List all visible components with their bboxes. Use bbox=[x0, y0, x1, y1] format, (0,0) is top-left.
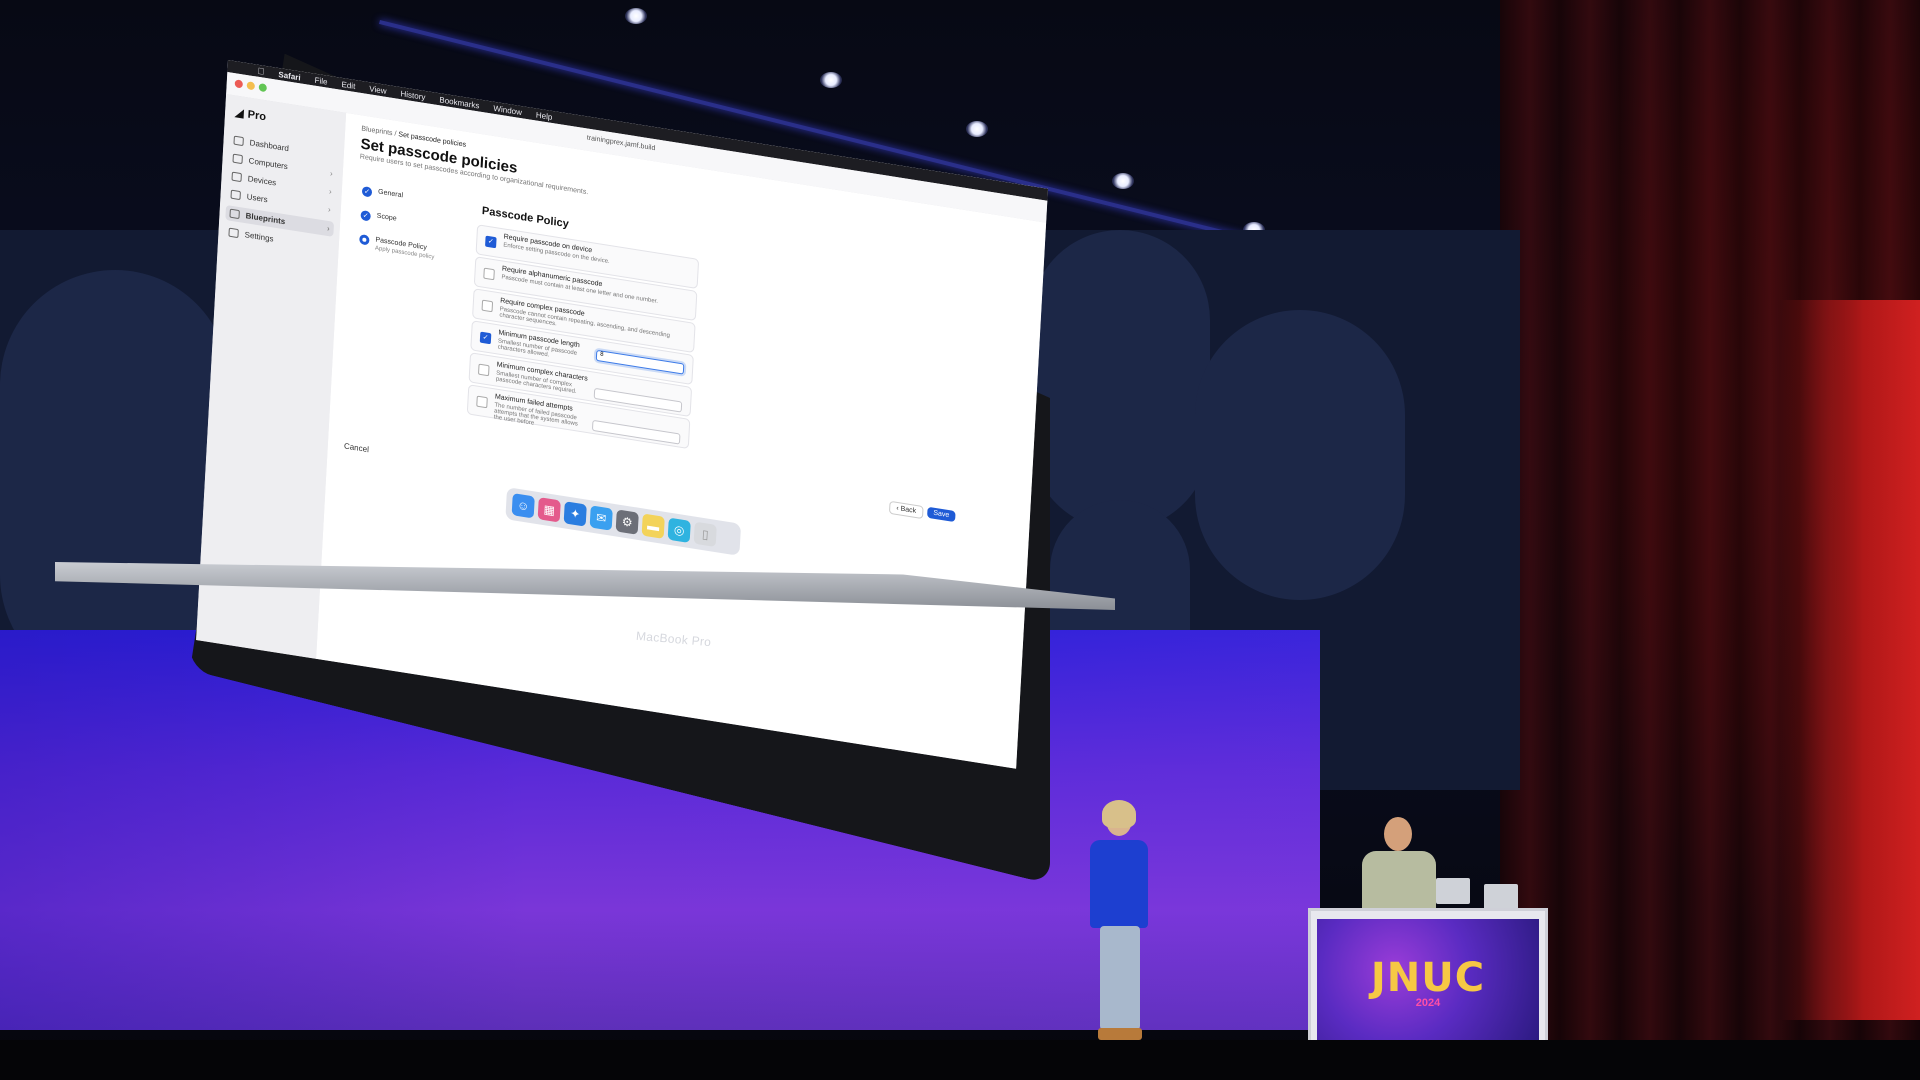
dashboard-icon bbox=[233, 135, 244, 147]
presenter-man bbox=[1354, 815, 1444, 915]
menu-item[interactable]: Help bbox=[536, 110, 553, 122]
chevron-right-icon: › bbox=[328, 186, 332, 197]
podium-laptop bbox=[1436, 878, 1470, 904]
sidebar-item-label: Computers bbox=[248, 156, 289, 172]
step-scope[interactable]: ✓ Scope bbox=[360, 209, 397, 226]
app-brand: ◢ Pro bbox=[235, 106, 267, 124]
mail-icon[interactable]: ✉ bbox=[589, 505, 613, 531]
step-label: General bbox=[377, 188, 404, 200]
blueprints-icon bbox=[229, 208, 240, 220]
passcode-policy-section: Passcode Policy ✓ Require passcode on de… bbox=[466, 203, 862, 450]
jnuc-logo: JNUC bbox=[1370, 955, 1486, 1001]
max-failed-input[interactable] bbox=[591, 419, 681, 445]
jeans bbox=[1100, 926, 1140, 1030]
safari-icon[interactable]: ✦ bbox=[563, 501, 587, 527]
checkbox[interactable] bbox=[476, 395, 488, 409]
brand-logo-icon: ◢ bbox=[234, 106, 244, 120]
presenter-hair bbox=[1102, 800, 1136, 828]
minimize-window-button[interactable] bbox=[246, 81, 256, 91]
green-shirt bbox=[1362, 851, 1436, 915]
menu-item[interactable]: Edit bbox=[341, 79, 355, 90]
sidebar-item-label: Blueprints bbox=[245, 211, 286, 227]
zoom-window-button[interactable] bbox=[258, 83, 268, 93]
launchpad-icon[interactable]: ▦ bbox=[537, 497, 561, 523]
device-icon bbox=[231, 171, 242, 183]
podium-laptop bbox=[1484, 884, 1518, 910]
current-step-icon bbox=[359, 233, 370, 246]
close-window-button[interactable] bbox=[234, 79, 244, 89]
notes-icon[interactable]: ▬ bbox=[641, 513, 665, 539]
brand-name: Pro bbox=[247, 108, 267, 123]
presenter-head bbox=[1384, 817, 1412, 851]
gear-icon bbox=[228, 227, 239, 239]
address-bar[interactable]: trainingprex.jamf.build bbox=[587, 135, 656, 153]
trash-icon[interactable]: ▯ bbox=[693, 521, 717, 548]
shoes bbox=[1098, 1028, 1142, 1040]
app-store-icon[interactable]: ◎ bbox=[667, 517, 691, 543]
podium: JNUC 2024 bbox=[1308, 908, 1548, 1056]
event-year: 2024 bbox=[1415, 997, 1441, 1009]
red-curtain-light bbox=[1780, 300, 1920, 1020]
stage-spotlight bbox=[625, 8, 647, 24]
stage-spotlight bbox=[966, 121, 988, 137]
chevron-right-icon: › bbox=[329, 168, 333, 179]
min-length-input[interactable]: 8 bbox=[595, 349, 685, 375]
chevron-right-icon: › bbox=[327, 204, 331, 215]
check-icon: ✓ bbox=[361, 185, 373, 198]
check-icon: ✓ bbox=[360, 209, 371, 222]
main-content: Blueprints / Set passcode policies Set p… bbox=[316, 112, 1047, 769]
sidebar-item-label: Devices bbox=[247, 174, 277, 188]
chevron-right-icon: › bbox=[326, 223, 330, 234]
checkbox[interactable] bbox=[483, 267, 495, 281]
checkbox[interactable] bbox=[477, 363, 490, 377]
stage-spotlight bbox=[820, 72, 842, 88]
step-passcode-policy[interactable]: Passcode Policy Apply passcode policy bbox=[359, 233, 435, 261]
checkbox-checked[interactable]: ✓ bbox=[479, 331, 492, 345]
back-label: Back bbox=[900, 505, 917, 515]
menu-item[interactable]: File bbox=[314, 75, 327, 86]
step-general[interactable]: ✓ General bbox=[361, 185, 404, 202]
checkbox-checked[interactable]: ✓ bbox=[485, 235, 497, 249]
sidebar-item-label: Users bbox=[246, 192, 268, 205]
checkbox[interactable] bbox=[481, 299, 494, 313]
computer-icon bbox=[232, 153, 243, 165]
presenter-woman bbox=[1084, 800, 1154, 1045]
stage-spotlight bbox=[1112, 173, 1134, 189]
cancel-button[interactable]: Cancel bbox=[344, 441, 369, 454]
sidebar-item-label: Settings bbox=[244, 230, 274, 244]
wizard-steps: ✓ General ✓ Scope Passcode Policy Apply … bbox=[359, 185, 472, 261]
step-label: Scope bbox=[376, 212, 397, 223]
sidebar-item-label: Dashboard bbox=[249, 138, 290, 154]
users-icon bbox=[230, 189, 241, 201]
apple-icon[interactable]:  bbox=[257, 66, 264, 77]
blue-blazer bbox=[1090, 840, 1148, 928]
save-button[interactable]: Save bbox=[927, 506, 956, 523]
settings-gear-icon[interactable]: ⚙ bbox=[615, 509, 639, 535]
back-button[interactable]: ‹ Back bbox=[888, 500, 924, 520]
podium-display: JNUC 2024 bbox=[1317, 919, 1539, 1045]
stage-floor bbox=[0, 1040, 1920, 1080]
finder-icon[interactable]: ☺ bbox=[511, 493, 535, 519]
